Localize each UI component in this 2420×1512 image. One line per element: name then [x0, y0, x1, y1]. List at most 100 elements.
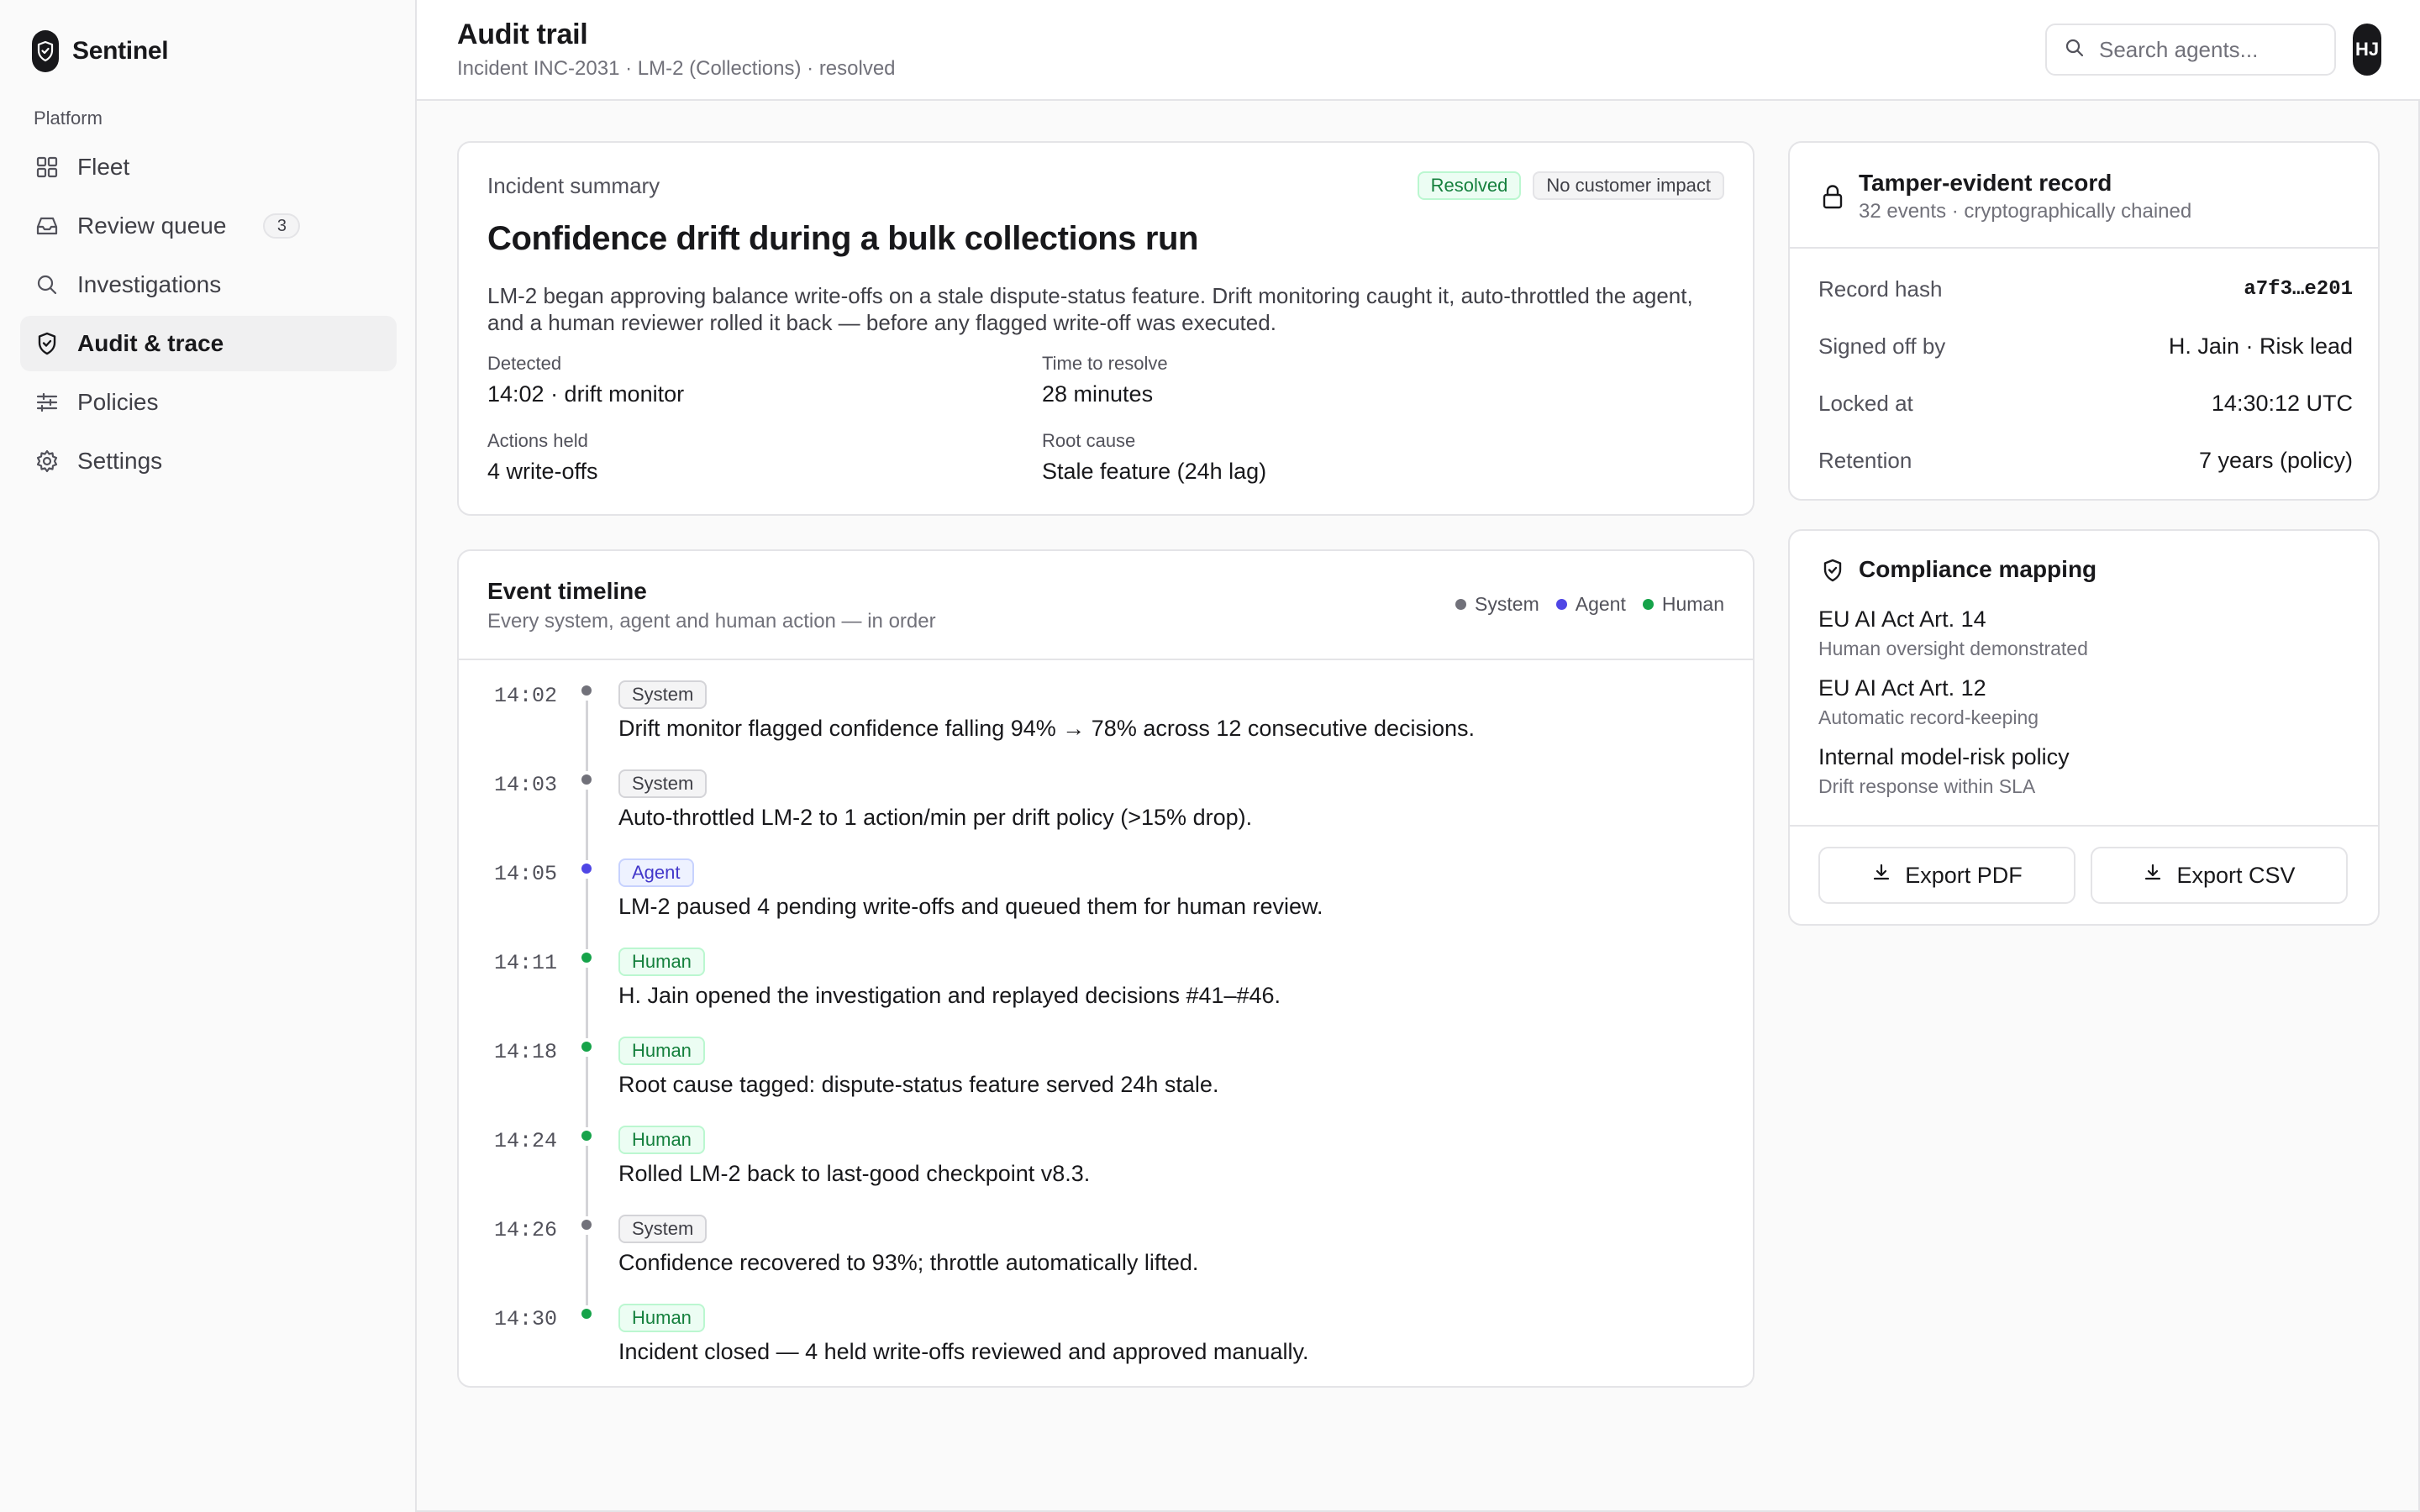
search-input[interactable] — [2099, 36, 2317, 63]
incident-title: Confidence drift during a bulk collectio… — [487, 220, 1199, 257]
timeline-legend: System Agent Human — [1455, 593, 1724, 616]
event-connector — [586, 790, 588, 860]
compliance-title: Compliance mapping — [1859, 556, 2097, 582]
page-subtitle: Incident INC-2031 · LM-2 (Collections) ·… — [457, 57, 896, 80]
legend-system: System — [1455, 593, 1539, 616]
record-value: 7 years (policy) — [2198, 447, 2353, 473]
fact-value: 28 minutes — [1042, 381, 1154, 407]
brand[interactable]: Sentinel — [32, 30, 169, 72]
event-time: 14:26 — [494, 1218, 558, 1242]
compliance-rule: EU AI Act Art. 14 — [1818, 606, 1986, 632]
record-key: Retention — [1818, 447, 1912, 473]
sidebar-item-fleet[interactable]: Fleet — [20, 139, 397, 195]
timeline-event[interactable]: 14:02 System Drift monitor flagged confi… — [459, 677, 1753, 771]
button-label: Export CSV — [2176, 862, 2296, 888]
fact-actions-held: Actions held 4 write-offs — [487, 430, 598, 485]
record-hash-value[interactable]: a7f3…e201 — [2244, 278, 2353, 301]
record-subtitle: 32 events · cryptographically chained — [1859, 200, 2192, 223]
event-type-tag: Human — [618, 1304, 705, 1332]
legend-label: System — [1475, 593, 1539, 615]
event-connector — [586, 1146, 588, 1216]
event-time: 14:18 — [494, 1040, 558, 1064]
compliance-divider — [1790, 825, 2378, 827]
compliance-item: Internal model-risk policy Drift respons… — [1818, 744, 2070, 798]
event-connector — [586, 968, 588, 1038]
legend-dot — [1555, 599, 1567, 610]
sidebar-nav: Fleet Review queue 3 Investigations Audi… — [20, 139, 397, 492]
event-time: 14:02 — [494, 684, 558, 708]
timeline-event[interactable]: 14:11 Human H. Jain opened the investiga… — [459, 944, 1753, 1038]
record-row-hash: Record hash a7f3…e201 — [1818, 272, 2353, 306]
event-dot — [581, 864, 592, 874]
event-text: Drift monitor flagged confidence falling… — [618, 716, 1476, 741]
event-dot — [581, 685, 592, 696]
record-row-signed-off: Signed off by H. Jain · Risk lead — [1818, 329, 2353, 363]
compliance-evidence: Automatic record-keeping — [1818, 706, 2039, 728]
timeline-events: 14:02 System Drift monitor flagged confi… — [459, 677, 1753, 1389]
timeline-event[interactable]: 14:26 System Confidence recovered to 93%… — [459, 1211, 1753, 1305]
event-type-tag: Human — [618, 1126, 705, 1154]
event-dot — [581, 1042, 592, 1052]
fact-time-to-resolve: Time to resolve 28 minutes — [1042, 353, 1168, 407]
sidebar-item-investigations[interactable]: Investigations — [20, 257, 397, 312]
event-text: LM-2 paused 4 pending write-offs and que… — [618, 894, 1323, 919]
event-type-tag: Human — [618, 948, 705, 976]
sliders-icon — [34, 389, 60, 416]
event-time: 14:30 — [494, 1307, 558, 1331]
compliance-item: EU AI Act Art. 14 Human oversight demons… — [1818, 606, 2088, 660]
sidebar-item-review-queue[interactable]: Review queue 3 — [20, 198, 397, 254]
compliance-evidence: Human oversight demonstrated — [1818, 638, 2088, 659]
gear-icon — [34, 448, 60, 475]
search-box[interactable] — [2045, 24, 2336, 76]
record-value: H. Jain · Risk lead — [2168, 333, 2353, 359]
timeline-event[interactable]: 14:03 System Auto-throttled LM-2 to 1 ac… — [459, 766, 1753, 860]
event-text: Confidence recovered to 93%; throttle au… — [618, 1250, 1199, 1275]
compliance-evidence: Drift response within SLA — [1818, 775, 2036, 797]
event-time: 14:05 — [494, 862, 558, 886]
legend-agent: Agent — [1555, 593, 1626, 616]
sidebar-item-label: Audit & trace — [77, 330, 224, 356]
incident-summary-card: Incident summary Resolved No customer im… — [457, 141, 1754, 516]
timeline-title: Event timeline — [487, 578, 647, 604]
sidebar-item-label: Investigations — [77, 271, 222, 297]
sidebar-item-policies[interactable]: Policies — [20, 375, 397, 430]
fact-value: 14:02 · drift monitor — [487, 381, 685, 407]
tamper-evident-record-card: Tamper-evident record 32 events · crypto… — [1788, 141, 2380, 501]
legend-dot — [1642, 599, 1654, 610]
legend-human: Human — [1642, 593, 1724, 616]
summary-badges: Resolved No customer impact — [1417, 171, 1724, 200]
event-dot — [581, 1309, 592, 1319]
fact-detected: Detected 14:02 · drift monitor — [487, 353, 684, 407]
fact-root-cause: Root cause Stale feature (24h lag) — [1042, 430, 1266, 485]
sidebar-item-settings[interactable]: Settings — [20, 433, 397, 489]
impact-badge: No customer impact — [1533, 171, 1724, 200]
nav-section-label: Platform — [34, 108, 103, 129]
sidebar-item-label: Review queue — [77, 213, 227, 239]
review-queue-count-badge: 3 — [263, 213, 301, 239]
button-label: Export PDF — [1905, 862, 2023, 888]
event-dot — [581, 953, 592, 963]
record-row-retention: Retention 7 years (policy) — [1818, 444, 2353, 477]
sidebar-item-audit-trace[interactable]: Audit & trace — [20, 316, 397, 371]
timeline-event[interactable]: 14:24 Human Rolled LM-2 back to last-goo… — [459, 1122, 1753, 1216]
event-connector — [586, 701, 588, 771]
event-text: H. Jain opened the investigation and rep… — [618, 983, 1281, 1008]
event-time: 14:11 — [494, 951, 558, 975]
record-key: Signed off by — [1818, 333, 1946, 359]
download-icon — [2143, 863, 2163, 889]
timeline-event[interactable]: 14:18 Human Root cause tagged: dispute-s… — [459, 1033, 1753, 1127]
shield-icon — [34, 330, 60, 357]
export-pdf-button[interactable]: Export PDF — [1818, 847, 2075, 904]
sidebar-item-label: Settings — [77, 448, 163, 474]
timeline-event[interactable]: 14:30 Human Incident closed — 4 held wri… — [459, 1300, 1753, 1389]
grid-icon — [34, 154, 60, 181]
compliance-rule: Internal model-risk policy — [1818, 744, 2070, 769]
search-icon — [34, 271, 60, 298]
timeline-event[interactable]: 14:05 Agent LM-2 paused 4 pending write-… — [459, 855, 1753, 949]
fact-value: 4 write-offs — [487, 459, 598, 484]
compliance-rule: EU AI Act Art. 12 — [1818, 675, 1986, 701]
resolved-badge: Resolved — [1417, 171, 1522, 200]
inbox-icon — [34, 213, 60, 239]
avatar[interactable]: HJ — [2353, 24, 2381, 76]
export-csv-button[interactable]: Export CSV — [2091, 847, 2348, 904]
